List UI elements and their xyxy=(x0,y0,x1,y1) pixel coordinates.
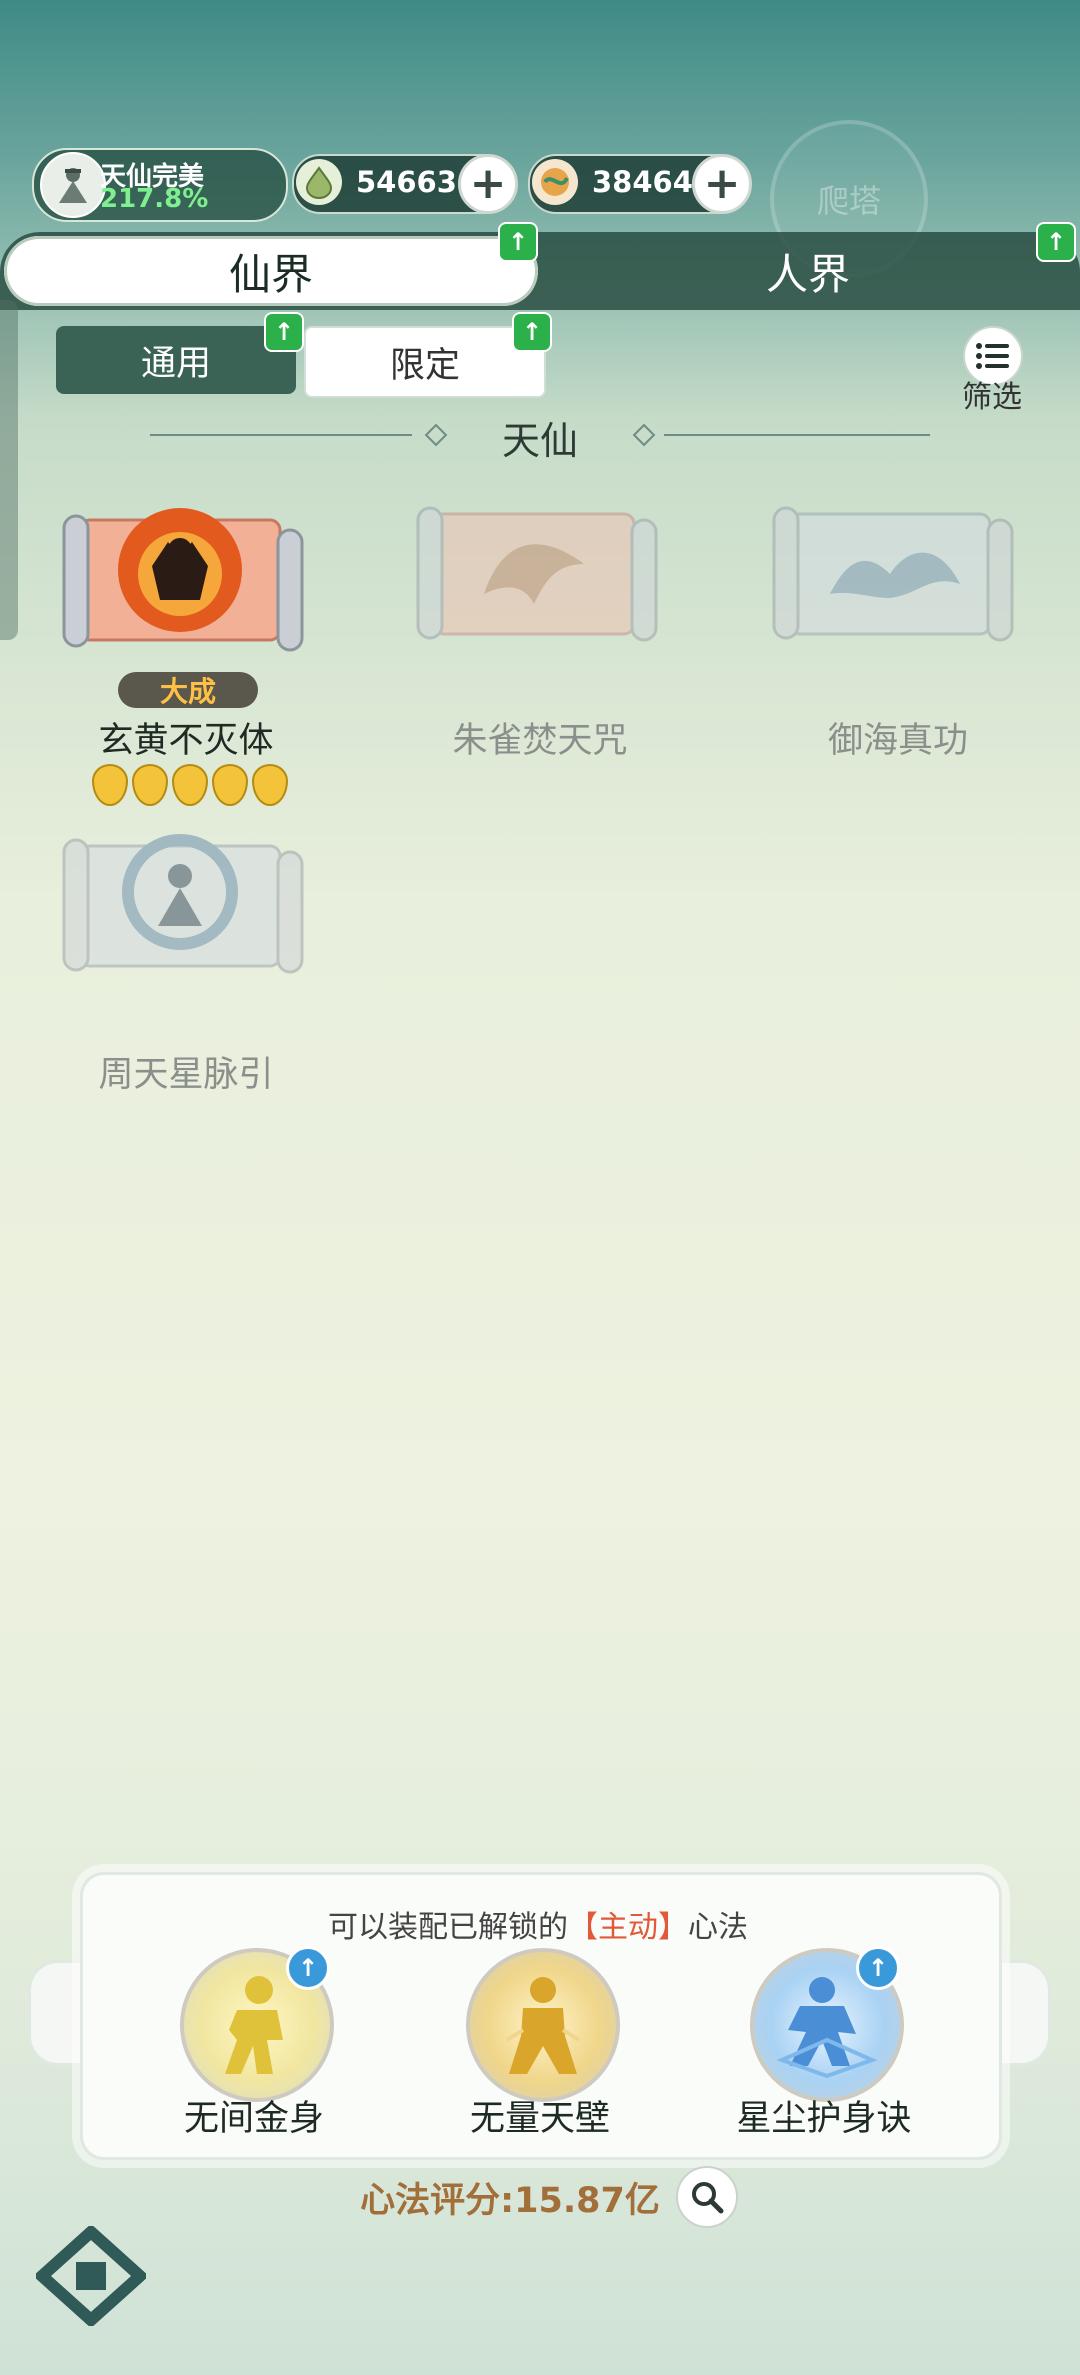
skill-scroll-card[interactable] xyxy=(60,490,316,660)
scroll-icon xyxy=(62,508,304,652)
skill-name: 御海真功 xyxy=(827,721,968,761)
gold-star-icon xyxy=(172,764,208,806)
add-spirit-button[interactable]: + xyxy=(692,154,752,214)
section-divider xyxy=(664,434,930,436)
skill-scroll-card[interactable] xyxy=(60,826,316,986)
gold-star-icon xyxy=(92,764,128,806)
skill-scroll-card[interactable] xyxy=(414,494,670,654)
upgrade-arrow-icon: ↑ xyxy=(498,222,538,262)
side-drawer-handle[interactable] xyxy=(0,300,18,640)
skill-name: 周天星脉引 xyxy=(98,1055,274,1095)
subtab-general[interactable]: 通用 xyxy=(56,326,296,394)
equip-hint: 可以装配已解锁的【主动】心法 xyxy=(80,1902,996,1946)
filter-label: 筛选 xyxy=(962,380,1022,415)
tab-immortal-realm-label: 仙界 xyxy=(228,249,313,299)
hint-highlight: 【主动】 xyxy=(568,1910,688,1945)
logo-icon xyxy=(33,2223,149,2329)
equip-slot-name: 星尘护身诀 xyxy=(736,2099,912,2139)
add-jade-button[interactable]: + xyxy=(458,154,518,214)
spirit-orb-icon xyxy=(532,159,578,205)
skill-name: 玄黄不灭体 xyxy=(98,721,274,761)
hint-prefix: 可以装配已解锁的 xyxy=(328,1910,568,1945)
upgrade-arrow-icon: ↑ xyxy=(286,1946,330,1990)
star-rating xyxy=(92,764,288,806)
tab-mortal-realm[interactable]: 人界 xyxy=(540,236,1076,306)
skill-scroll-card[interactable] xyxy=(770,494,1026,654)
jade-drop-icon xyxy=(296,159,342,205)
upgrade-arrow-icon: ↑ xyxy=(1036,222,1076,262)
scroll-icon xyxy=(62,834,304,974)
heaven-wall-icon xyxy=(505,1977,581,2074)
plus-icon: + xyxy=(469,158,507,209)
section-title: 天仙 xyxy=(501,419,578,463)
skill-score: 心法评分:15.87亿 xyxy=(360,2181,660,2221)
equip-slot-name: 无间金身 xyxy=(183,2099,324,2139)
hint-suffix: 心法 xyxy=(688,1910,748,1945)
tab-mortal-realm-label: 人界 xyxy=(765,249,850,299)
scroll-icon xyxy=(416,506,658,642)
rank-badge: 大成 xyxy=(118,672,258,708)
currency-spirit-value: 38464 xyxy=(592,165,693,199)
subtab-general-label: 通用 xyxy=(140,343,211,384)
realm-avatar[interactable] xyxy=(40,152,106,218)
upgrade-arrow-icon: ↑ xyxy=(856,1946,900,1990)
subtab-limited[interactable]: 限定 xyxy=(304,326,546,398)
equip-slot-name: 无量天壁 xyxy=(469,2099,610,2139)
diamond-ornament-icon xyxy=(424,423,448,447)
diamond-ornament-icon xyxy=(632,423,656,447)
scroll-icon xyxy=(772,506,1014,642)
upgrade-arrow-icon: ↑ xyxy=(512,312,552,352)
upgrade-arrow-icon: ↑ xyxy=(264,312,304,352)
search-icon xyxy=(692,2182,724,2214)
gold-star-icon xyxy=(132,764,168,806)
skill-name: 朱雀焚天咒 xyxy=(452,721,628,761)
gold-star-icon xyxy=(212,764,248,806)
equip-slot[interactable] xyxy=(466,1948,620,2102)
gold-star-icon xyxy=(252,764,288,806)
tab-immortal-realm[interactable]: 仙界 xyxy=(4,236,538,306)
game-logo[interactable] xyxy=(33,2223,149,2329)
golden-body-icon xyxy=(225,1976,283,2074)
tower-label: 爬塔 xyxy=(816,182,881,220)
realm-percent: 217.8% xyxy=(100,184,209,214)
subtab-limited-label: 限定 xyxy=(389,345,460,386)
currency-jade-value: 54663 xyxy=(356,165,457,199)
cultivator-icon xyxy=(59,168,87,203)
plus-icon: + xyxy=(703,158,741,209)
section-divider xyxy=(150,434,412,436)
score-detail-button[interactable] xyxy=(676,2166,738,2228)
